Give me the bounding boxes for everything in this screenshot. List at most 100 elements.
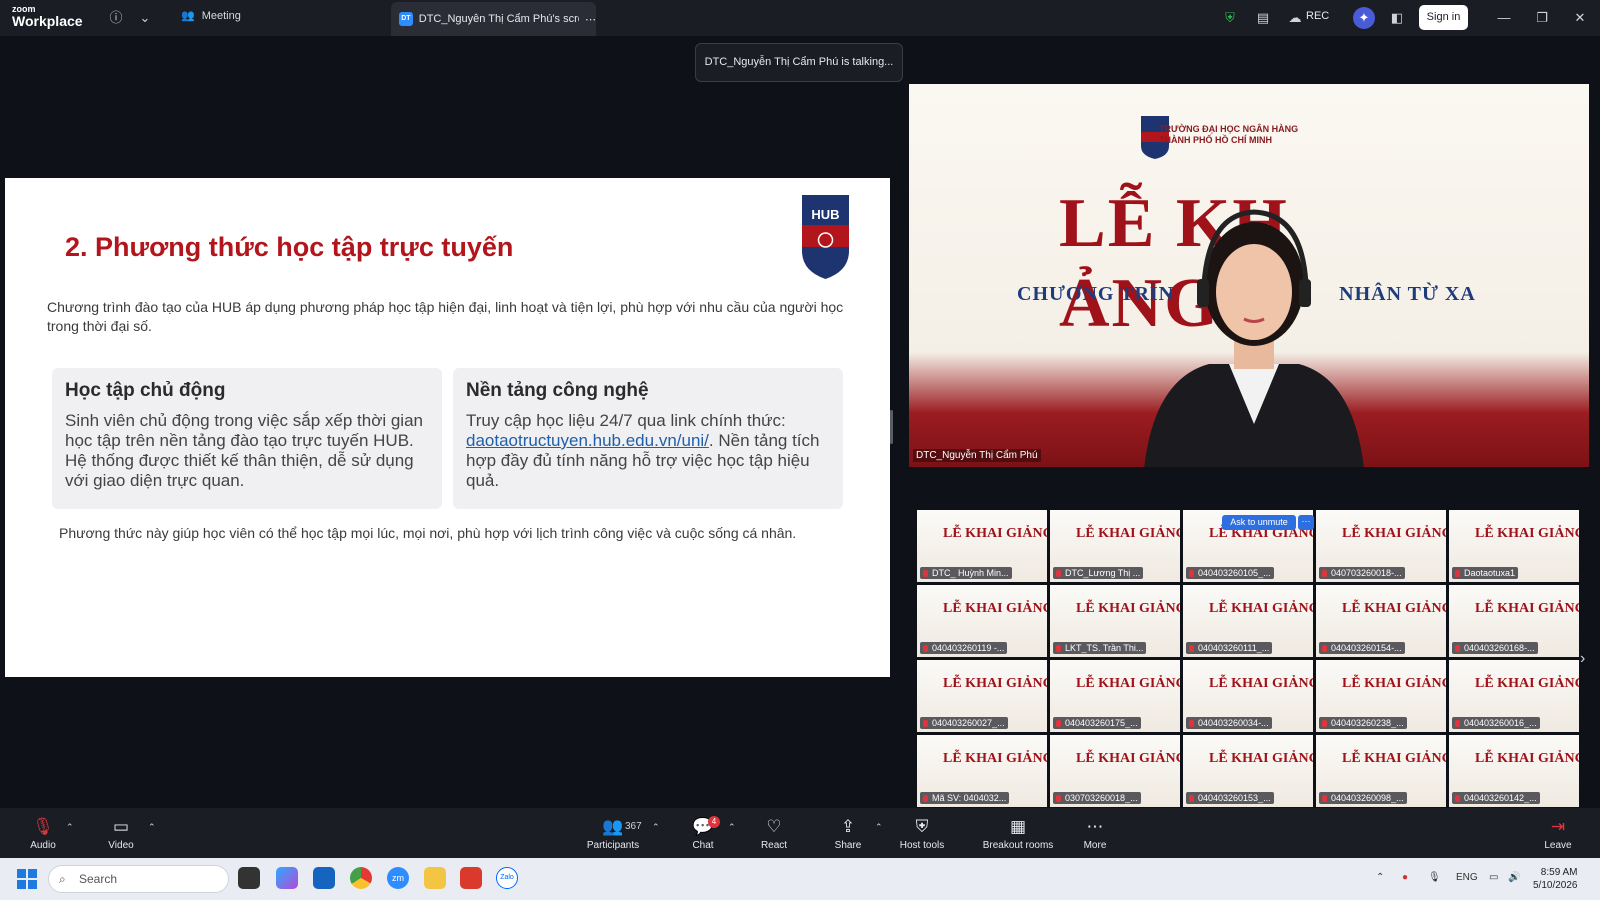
- card2-body: Truy cập học liệu 24/7 qua link chính th…: [466, 411, 820, 490]
- tile-background-text: LỄ KHAI GIẢNG: [1076, 526, 1180, 541]
- leave-button[interactable]: ⇥ Leave: [1543, 808, 1573, 858]
- react-label: React: [760, 840, 788, 851]
- slide-footer: Phương thức này giúp học viên có thể học…: [59, 525, 797, 541]
- video-button[interactable]: ▭ Video: [103, 808, 139, 858]
- participant-tile[interactable]: LỄ KHAI GIẢNG DTC_ Huỳnh Min...: [917, 510, 1047, 582]
- meeting-toolbar: 🎙 Audio ⌃ ▭ Video ⌃ 👥 Participants 367 ⌃…: [0, 808, 1600, 858]
- participant-tile[interactable]: LỄ KHAI GIẢNG Mã SV: 0404032...: [917, 735, 1047, 807]
- tile-background-text: LỄ KHAI GIẢNG: [1209, 751, 1313, 766]
- breakout-rooms-button[interactable]: ▦ Breakout rooms: [980, 808, 1056, 858]
- participants-label: Participants: [586, 840, 640, 851]
- participant-tile[interactable]: LỄ KHAI GIẢNG 040403260175_...: [1050, 660, 1180, 732]
- audio-button[interactable]: 🎙 Audio: [25, 808, 61, 858]
- host-tools-label: Host tools: [899, 840, 945, 851]
- restore-icon[interactable]: ❐: [1533, 9, 1551, 27]
- share-caret-icon[interactable]: ⌃: [875, 822, 883, 833]
- meeting-icon: 👥: [181, 10, 195, 22]
- next-page-icon[interactable]: ›: [1580, 650, 1585, 668]
- grid-icon: ▦: [1009, 817, 1027, 836]
- participant-tile[interactable]: LỄ KHAI GIẢNG DTC_Lương Thị ...: [1050, 510, 1180, 582]
- chat-button[interactable]: 💬 4 Chat: [688, 808, 720, 858]
- info-icon[interactable]: ⓘ: [107, 9, 125, 27]
- options-icon[interactable]: ⋯: [585, 13, 596, 26]
- participant-tile[interactable]: LỄ KHAI GIẢNG 040403260153_...: [1183, 735, 1313, 807]
- participant-name: 040703260018-...: [1319, 567, 1405, 579]
- chrome-icon[interactable]: [350, 867, 372, 889]
- tab-avatar: DT: [399, 12, 413, 26]
- more-button[interactable]: ⋯ More: [1080, 808, 1110, 858]
- rec-label[interactable]: REC: [1306, 10, 1329, 22]
- mic-tray-icon[interactable]: 🎙: [1428, 872, 1441, 883]
- split-handle[interactable]: [890, 410, 893, 444]
- participant-tile[interactable]: LỄ KHAI GIẢNG 040403260034-...: [1183, 660, 1313, 732]
- meeting-button[interactable]: 👥 Meeting: [181, 9, 241, 23]
- volume-icon[interactable]: 🔊: [1508, 872, 1520, 883]
- share-tab[interactable]: DT DTC_Nguyễn Thị Cẩm Phú's scree ⋯: [391, 2, 596, 36]
- minimize-icon[interactable]: —: [1495, 9, 1513, 27]
- tile-background-text: LỄ KHAI GIẢNG: [1076, 751, 1180, 766]
- participant-name: 040403260111_...: [1186, 642, 1273, 654]
- participant-tile[interactable]: LỄ KHAI GIẢNG 040403260016_...: [1449, 660, 1579, 732]
- windows-taskbar: ⌕ Search zm Zalo ⌃ ● 🎙 ENG ▭ 🔊 8:59 AM 5…: [0, 858, 1600, 900]
- task-view-icon[interactable]: [238, 867, 260, 889]
- shared-slide: 2. Phương thức học tập trực tuyến HUB Ch…: [5, 178, 890, 677]
- slide-title: 2. Phương thức học tập trực tuyến: [65, 232, 514, 262]
- chat-caret-icon[interactable]: ⌃: [728, 822, 736, 833]
- copilot-icon[interactable]: [276, 867, 298, 889]
- participant-name: 040403260154-...: [1319, 642, 1405, 654]
- platform-link[interactable]: daotaotructuyen.hub.edu.vn/uni/: [466, 431, 709, 450]
- shield-icon[interactable]: ⛨: [1221, 9, 1239, 27]
- antivirus-icon[interactable]: ●: [1402, 872, 1408, 883]
- system-clock[interactable]: 8:59 AM 5/10/2026: [1533, 866, 1578, 892]
- zalo-icon[interactable]: Zalo: [496, 867, 518, 889]
- react-button[interactable]: ♡ React: [759, 808, 789, 858]
- ai-companion-icon[interactable]: ✦: [1353, 7, 1375, 29]
- participant-tile[interactable]: LỄ KHAI GIẢNG 040403260142_...: [1449, 735, 1579, 807]
- participant-name: 040403260105_...: [1186, 567, 1274, 579]
- title-bar: zoom Workplace ⓘ ⌄ 👥 Meeting DT DTC_Nguy…: [0, 0, 1600, 36]
- sign-in-button[interactable]: Sign in: [1419, 5, 1468, 30]
- tile-options-button[interactable]: ···: [1298, 515, 1314, 530]
- tile-background-text: LỄ KHAI GIẢNG: [1342, 676, 1446, 691]
- participant-tile[interactable]: LỄ KHAI GIẢNG 040403260119 -...: [917, 585, 1047, 657]
- notes-icon[interactable]: ▤: [1254, 9, 1272, 27]
- host-tools-button[interactable]: ⛨ Host tools: [895, 808, 949, 858]
- participants-button[interactable]: 👥 Participants: [583, 808, 643, 858]
- zoom-app-icon[interactable]: zm: [387, 867, 409, 889]
- taskbar-search[interactable]: ⌕ Search: [48, 865, 229, 893]
- participant-name: DTC_ Huỳnh Min...: [920, 567, 1012, 579]
- participant-tile[interactable]: LỄ KHAI GIẢNG Daotaotuxa1: [1449, 510, 1579, 582]
- participant-name: 040403260034-...: [1186, 717, 1272, 729]
- participant-tile[interactable]: LỄ KHAI GIẢNG 040403260027_...: [917, 660, 1047, 732]
- participant-name: DTC_Lương Thị ...: [1053, 567, 1144, 579]
- store-icon[interactable]: [313, 867, 335, 889]
- participant-tile[interactable]: LỄ KHAI GIẢNG 040403260098_...: [1316, 735, 1446, 807]
- audio-caret-icon[interactable]: ⌃: [66, 822, 74, 833]
- language-indicator[interactable]: ENG: [1456, 872, 1478, 883]
- pdf-app-icon[interactable]: [460, 867, 482, 889]
- layout-icon[interactable]: ◧: [1388, 9, 1406, 27]
- chevron-down-icon[interactable]: ⌄: [136, 9, 154, 27]
- ask-to-unmute-button[interactable]: Ask to unmute: [1222, 515, 1296, 530]
- more-label: More: [1083, 840, 1107, 851]
- participant-tile[interactable]: LỄ KHAI GIẢNG 040403260154-...: [1316, 585, 1446, 657]
- participant-tile[interactable]: LỄ KHAI GIẢNG 040403260238_...: [1316, 660, 1446, 732]
- share-button[interactable]: ⇪ Share: [833, 808, 863, 858]
- speaker-video[interactable]: TRƯỜNG ĐẠI HỌC NGÂN HÀNG THÀNH PHỐ HỒ CHÍ…: [909, 84, 1589, 467]
- windows-start-icon[interactable]: [17, 869, 37, 889]
- video-caret-icon[interactable]: ⌃: [148, 822, 156, 833]
- participant-tile[interactable]: LỄ KHAI GIẢNG 030703260018_...: [1050, 735, 1180, 807]
- participant-tile[interactable]: LỄ KHAI GIẢNG 040403260111_...: [1183, 585, 1313, 657]
- participant-tile[interactable]: LỄ KHAI GIẢNG 040703260018-...: [1316, 510, 1446, 582]
- participant-tile[interactable]: LỄ KHAI GIẢNG LKT_TS. Trần Thi...: [1050, 585, 1180, 657]
- brand-big: Workplace: [12, 13, 83, 29]
- close-icon[interactable]: ✕: [1571, 9, 1589, 27]
- participants-caret-icon[interactable]: ⌃: [652, 822, 660, 833]
- tray-chevron-icon[interactable]: ⌃: [1376, 872, 1384, 883]
- participant-tile[interactable]: LỄ KHAI GIẢNG 040403260168-...: [1449, 585, 1579, 657]
- clock-time: 8:59 AM: [1540, 867, 1578, 878]
- speaker-person: [1144, 209, 1364, 467]
- file-explorer-icon[interactable]: [424, 867, 446, 889]
- network-icon[interactable]: ▭: [1489, 872, 1498, 883]
- host-shield-icon: ⛨: [915, 817, 929, 836]
